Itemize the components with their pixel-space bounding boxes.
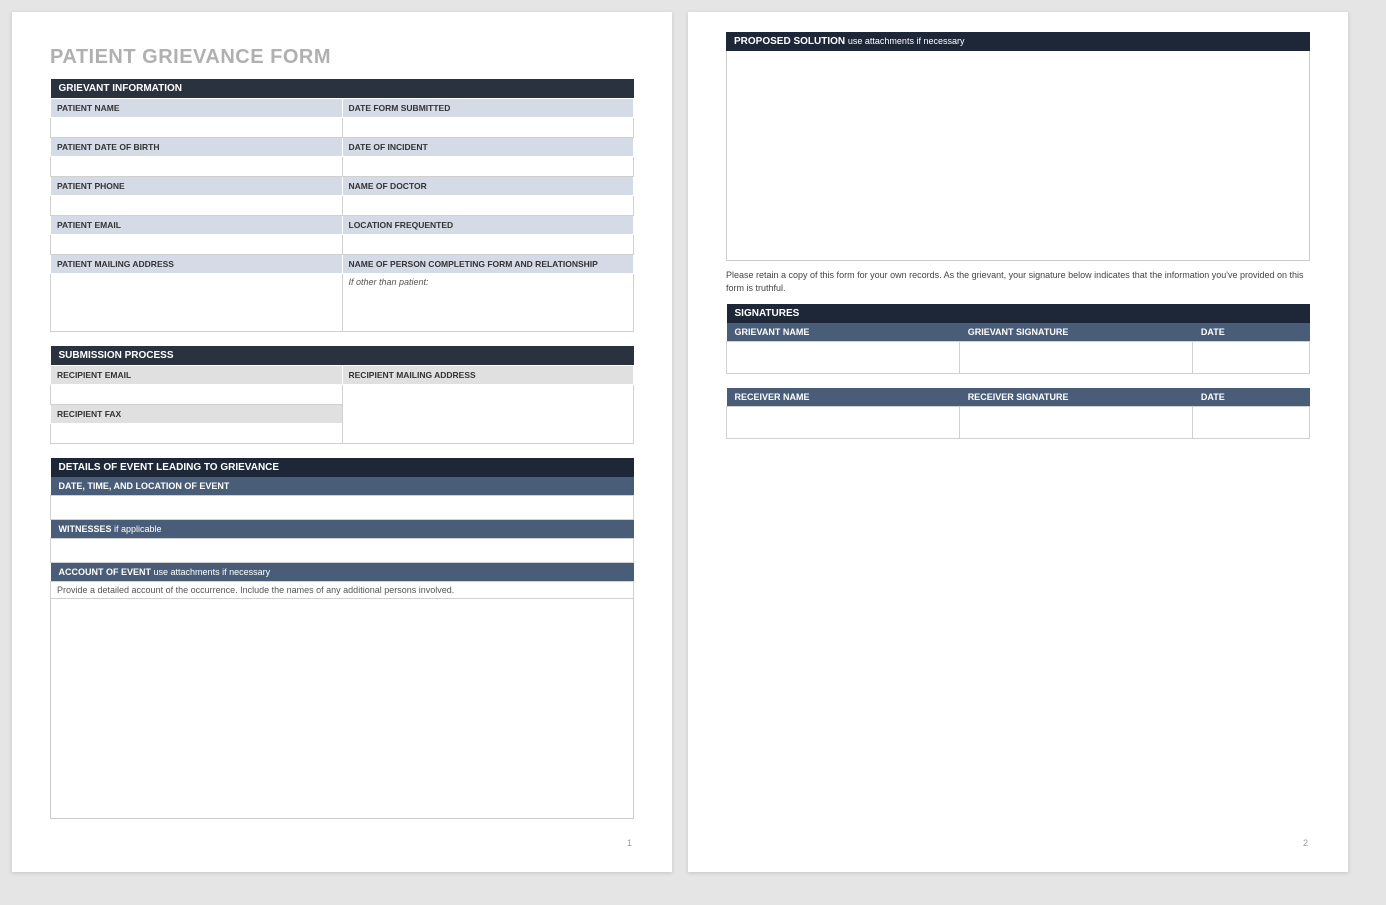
witnesses-text: WITNESSES [59,524,112,534]
witnesses-sub: if applicable [114,524,162,534]
form-title: PATIENT GRIEVANCE FORM [50,46,634,69]
input-recipient-fax[interactable] [51,424,343,444]
label-email: PATIENT EMAIL [51,216,343,235]
input-doctor[interactable] [342,196,634,216]
input-grievant-name[interactable] [727,342,960,374]
input-phone[interactable] [51,196,343,216]
label-phone: PATIENT PHONE [51,177,343,196]
label-patient-name: PATIENT NAME [51,99,343,118]
signatures-table: SIGNATURES GRIEVANT NAME GRIEVANT SIGNAT… [726,304,1310,374]
label-date-submitted: DATE FORM SUBMITTED [342,99,634,118]
disclaimer-text: Please retain a copy of this form for yo… [726,269,1310,294]
page-1: PATIENT GRIEVANCE FORM GRIEVANT INFORMAT… [12,12,672,872]
input-location[interactable] [342,235,634,255]
grievant-info-table: GRIEVANT INFORMATION PATIENT NAME DATE F… [50,79,634,332]
grievant-header: GRIEVANT INFORMATION [51,79,634,99]
receiver-table: RECEIVER NAME RECEIVER SIGNATURE DATE [726,388,1310,439]
input-grievant-sig[interactable] [960,342,1193,374]
label-datetime-loc: DATE, TIME, AND LOCATION OF EVENT [51,477,634,496]
label-grievant-date: DATE [1193,323,1310,342]
input-account[interactable] [50,599,634,819]
input-receiver-sig[interactable] [960,407,1193,439]
input-datetime-loc[interactable] [51,496,634,520]
account-sub: use attachments if necessary [154,567,271,577]
account-hint: Provide a detailed account of the occurr… [51,582,634,599]
details-table: DETAILS OF EVENT LEADING TO GRIEVANCE DA… [50,458,634,599]
label-receiver-name: RECEIVER NAME [727,388,960,407]
label-doctor: NAME OF DOCTOR [342,177,634,196]
details-header: DETAILS OF EVENT LEADING TO GRIEVANCE [51,458,634,477]
input-grievant-date[interactable] [1193,342,1310,374]
label-witnesses: WITNESSES if applicable [51,520,634,539]
input-dob[interactable] [51,157,343,177]
proposed-table: PROPOSED SOLUTION use attachments if nec… [726,32,1310,51]
page-number-1: 1 [627,838,632,848]
label-dob: PATIENT DATE OF BIRTH [51,138,343,157]
page-2: PROPOSED SOLUTION use attachments if nec… [688,12,1348,872]
proposed-text: PROPOSED SOLUTION [734,36,845,47]
input-mailing[interactable] [51,274,343,332]
label-date-incident: DATE OF INCIDENT [342,138,634,157]
input-recipient-email[interactable] [51,385,343,405]
label-grievant-name: GRIEVANT NAME [727,323,960,342]
input-date-incident[interactable] [342,157,634,177]
proposed-header: PROPOSED SOLUTION use attachments if nec… [726,32,1310,51]
label-receiver-date: DATE [1193,388,1310,407]
label-location: LOCATION FREQUENTED [342,216,634,235]
page-number-2: 2 [1303,838,1308,848]
submission-table: SUBMISSION PROCESS RECIPIENT EMAIL RECIP… [50,346,634,444]
proposed-sub: use attachments if necessary [848,36,965,46]
label-mailing: PATIENT MAILING ADDRESS [51,255,343,274]
input-receiver-name[interactable] [727,407,960,439]
input-proposed[interactable] [726,51,1310,261]
input-recipient-mailing[interactable] [342,385,634,444]
input-witnesses[interactable] [51,539,634,563]
label-recipient-mailing: RECIPIENT MAILING ADDRESS [342,366,634,385]
label-account: ACCOUNT OF EVENT use attachments if nece… [51,563,634,582]
input-completer[interactable]: If other than patient: [342,274,634,332]
account-text: ACCOUNT OF EVENT [59,567,152,577]
label-receiver-sig: RECEIVER SIGNATURE [960,388,1193,407]
label-grievant-sig: GRIEVANT SIGNATURE [960,323,1193,342]
input-date-submitted[interactable] [342,118,634,138]
input-receiver-date[interactable] [1193,407,1310,439]
label-completer: NAME OF PERSON COMPLETING FORM AND RELAT… [342,255,634,274]
label-recipient-email: RECIPIENT EMAIL [51,366,343,385]
input-patient-name[interactable] [51,118,343,138]
signatures-header: SIGNATURES [727,304,1310,323]
label-recipient-fax: RECIPIENT FAX [51,405,343,424]
submission-header: SUBMISSION PROCESS [51,346,634,366]
input-email[interactable] [51,235,343,255]
